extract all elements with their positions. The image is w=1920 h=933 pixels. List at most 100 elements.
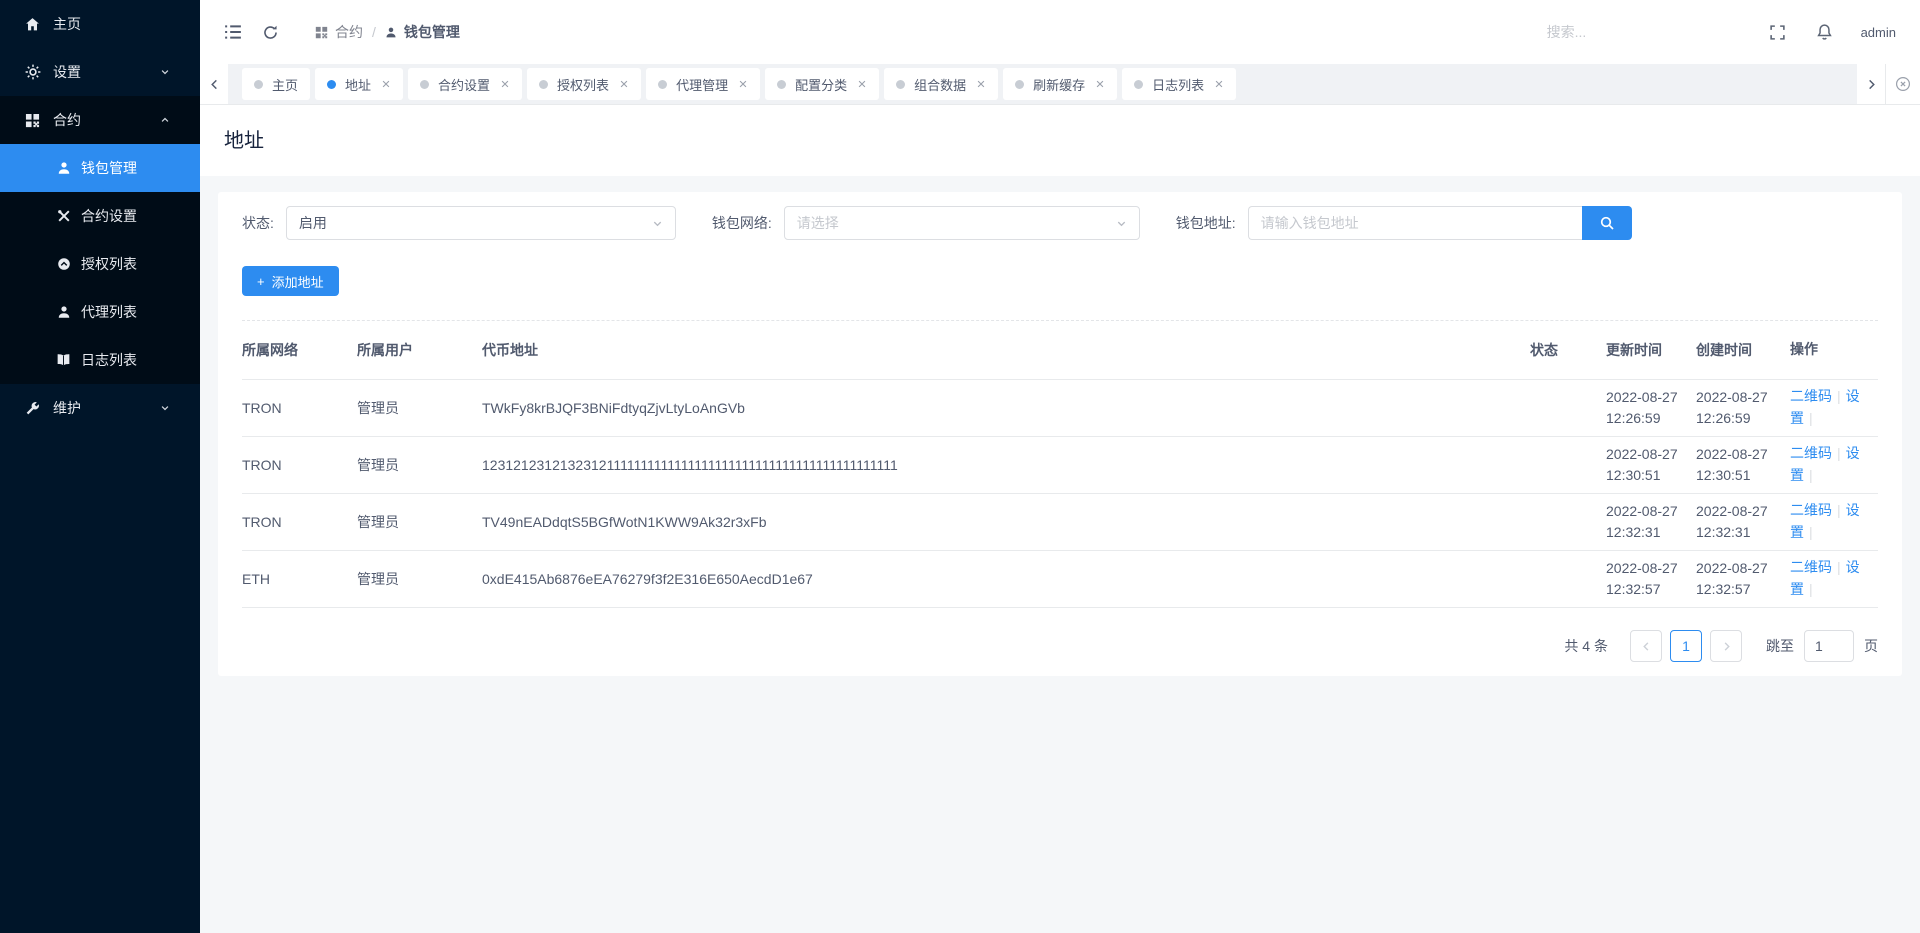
tab-close-icon[interactable] [500,79,510,89]
filter-bar: 状态: 启用 钱包网络: 请选择 [242,206,1878,240]
jump-suffix: 页 [1864,636,1878,656]
sidebar-submenu: 钱包管理合约设置授权列表代理列表日志列表 [0,144,200,384]
address-card: 状态: 启用 钱包网络: 请选择 [218,192,1902,676]
tab-close-icon[interactable] [381,79,391,89]
home-icon [24,16,41,33]
qrcode-link[interactable]: 二维码 [1790,388,1832,404]
sidebar-item[interactable]: 主页 [0,0,200,48]
status-filter-label: 状态: [242,213,274,233]
table-body: TRON 管理员 TWkFy8krBJQF3BNiFdtyqZjvLtyLoAn… [242,380,1878,608]
sidebar-group: 维护 [0,384,200,432]
tab-status-dot-icon [896,80,905,89]
jump-page-input[interactable] [1804,630,1854,662]
cell-token-address: TWkFy8krBJQF3BNiFdtyqZjvLtyLoAnGVb [482,400,1530,416]
cell-actions: 二维码|设置| [1790,500,1878,543]
tab[interactable]: 主页 [242,68,310,100]
cell-created-time: 2022-08-27 12:32:57 [1696,558,1786,600]
cell-network: TRON [242,457,357,473]
status-select-value: 启用 [299,213,327,233]
refresh-icon[interactable] [262,24,279,41]
close-all-tabs-icon[interactable] [1885,64,1920,104]
tab-status-dot-icon [1015,80,1024,89]
page-title: 地址 [200,105,1920,176]
sidebar-item-label: 合约 [53,110,81,130]
chevron-down-icon [160,403,170,413]
sidebar-item[interactable]: 维护 [0,384,200,432]
page-number-button[interactable]: 1 [1670,630,1702,662]
chevron-down-icon [652,218,663,229]
cell-user: 管理员 [357,455,482,475]
tab-close-icon[interactable] [976,79,986,89]
cell-token-address: TV49nEADdqtS5BGfWotN1KWW9Ak32r3xFb [482,514,1530,530]
qrcode-link[interactable]: 二维码 [1790,559,1832,575]
tabs-scroll-left-icon[interactable] [200,64,228,104]
collapse-menu-icon[interactable] [224,24,242,40]
tabs-scroll-right-icon[interactable] [1857,64,1885,104]
tab[interactable]: 授权列表 [527,68,641,100]
tab-close-icon[interactable] [857,79,867,89]
cell-token-address: 0xdE415Ab6876eEA76279f3f2E316E650AecdD1e… [482,571,1530,587]
wrench-icon [24,400,41,417]
pagination: 共 4 条 1 跳至 页 [242,630,1878,662]
tab[interactable]: 配置分类 [765,68,879,100]
sidebar-subitem[interactable]: 代理列表 [0,288,200,336]
cell-updated-time: 2022-08-27 12:26:59 [1606,387,1690,429]
sidebar-subitem[interactable]: 合约设置 [0,192,200,240]
network-filter-label: 钱包网络: [712,213,772,233]
add-address-label: 添加地址 [272,272,324,291]
tab[interactable]: 日志列表 [1122,68,1236,100]
qrcode-link[interactable]: 二维码 [1790,445,1832,461]
tab-label: 地址 [345,75,371,94]
tab-close-icon[interactable] [1214,79,1224,89]
tab-close-icon[interactable] [738,79,748,89]
sidebar-subitem[interactable]: 钱包管理 [0,144,200,192]
tab[interactable]: 刷新缓存 [1003,68,1117,100]
tab[interactable]: 地址 [315,68,403,100]
tab-status-dot-icon [254,80,263,89]
status-select[interactable]: 启用 [286,206,676,240]
sidebar-subitem-label: 代理列表 [81,302,137,322]
tab-label: 配置分类 [795,75,847,94]
cell-created-time: 2022-08-27 12:30:51 [1696,444,1786,486]
prev-page-button[interactable] [1630,630,1662,662]
col-created: 创建时间 [1696,340,1786,361]
breadcrumb-section[interactable]: 合约 [315,22,363,42]
breadcrumb-separator: / [372,24,376,40]
next-page-button[interactable] [1710,630,1742,662]
cell-user: 管理员 [357,398,482,418]
tab-close-icon[interactable] [1095,79,1105,89]
tab-close-icon[interactable] [619,79,629,89]
chevron-down-icon [160,67,170,77]
content-area: 地址 状态: 启用 钱包网络: 请选择 [200,105,1920,933]
tab[interactable]: 组合数据 [884,68,998,100]
col-updated: 更新时间 [1606,340,1690,361]
breadcrumb-page-label: 钱包管理 [404,22,460,42]
chevron-down-icon [1116,218,1127,229]
breadcrumb-page: 钱包管理 [385,22,460,42]
sidebar-subitem[interactable]: 授权列表 [0,240,200,288]
sidebar-subitem[interactable]: 日志列表 [0,336,200,384]
contract-icon [315,26,328,39]
tab-bar: 主页 地址 合约设置 授权列表 代理管理 配置分类 组合数据 刷新缓存 日志列表 [200,64,1920,105]
tab[interactable]: 代理管理 [646,68,760,100]
sidebar-item[interactable]: 设置 [0,48,200,96]
tab-label: 合约设置 [438,75,490,94]
cell-actions: 二维码|设置| [1790,557,1878,600]
table-row: TRON 管理员 1231212312132312111111111111111… [242,437,1878,494]
add-address-button[interactable]: + 添加地址 [242,266,339,296]
qrcode-link[interactable]: 二维码 [1790,502,1832,518]
chevron-up-icon [160,115,170,125]
search-button[interactable] [1582,206,1632,240]
user-menu[interactable]: admin [1861,25,1896,40]
breadcrumb-section-label: 合约 [335,22,363,42]
table-row: TRON 管理员 TV49nEADdqtS5BGfWotN1KWW9Ak32r3… [242,494,1878,551]
tab[interactable]: 合约设置 [408,68,522,100]
fullscreen-icon[interactable] [1769,24,1786,41]
network-select[interactable]: 请选择 [784,206,1140,240]
global-search-input[interactable] [1545,23,1739,41]
sidebar-item[interactable]: 合约 [0,96,200,144]
notifications-bell-icon[interactable] [1816,23,1833,41]
tab-label: 日志列表 [1152,75,1204,94]
gear-icon [24,64,41,81]
wallet-address-input[interactable] [1248,206,1582,240]
